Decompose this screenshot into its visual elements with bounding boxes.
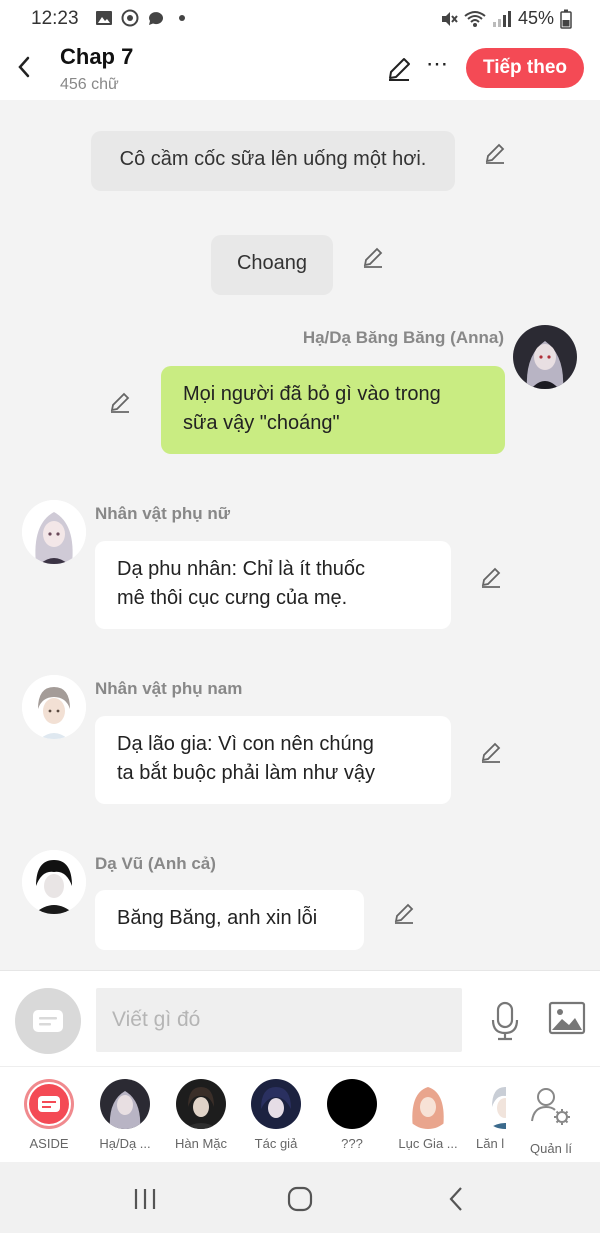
character-aside[interactable]: ASIDE xyxy=(14,1079,84,1151)
gallery-notification-icon xyxy=(96,11,112,25)
chapter-header: Chap 7 456 chữ ⋯ Tiếp theo xyxy=(0,36,600,100)
word-count: 456 chữ xyxy=(60,76,119,93)
character-item[interactable]: ??? xyxy=(317,1079,387,1151)
edit-message-icon[interactable] xyxy=(392,901,416,925)
back-icon[interactable] xyxy=(442,1184,472,1214)
message-bubble[interactable]: Dạ phu nhân: Chỉ là ít thuốc mê thôi cục… xyxy=(95,541,451,629)
battery-level: 45% xyxy=(517,8,554,28)
back-arrow-icon[interactable] xyxy=(12,52,36,82)
status-bar: 12:23 45% xyxy=(0,0,600,36)
recent-apps-icon[interactable] xyxy=(130,1184,160,1214)
avatar xyxy=(480,1079,506,1129)
aside-toggle-button[interactable] xyxy=(15,988,81,1054)
speaker-name: Dạ Vũ (Anh cả) xyxy=(95,854,216,873)
wifi-icon xyxy=(464,10,486,27)
composer-bar xyxy=(0,970,600,1066)
avatar[interactable] xyxy=(22,850,86,914)
home-icon[interactable] xyxy=(285,1184,315,1214)
user-settings-icon xyxy=(531,1088,570,1125)
narration-bubble[interactable]: Cô cầm cốc sữa lên uống một hơi. xyxy=(91,131,455,191)
avatar xyxy=(327,1079,377,1129)
character-item[interactable]: Hạ/Dạ ... xyxy=(90,1079,160,1151)
manage-characters-button[interactable]: Quản lí xyxy=(516,1079,586,1156)
speaker-name: Nhân vật phụ nam xyxy=(95,679,243,698)
more-options-icon[interactable]: ⋯ xyxy=(426,53,448,80)
avatar xyxy=(251,1079,301,1129)
chapter-title: Chap 7 xyxy=(60,44,134,69)
signal-icon xyxy=(492,10,511,27)
speaker-name: Nhân vật phụ nữ xyxy=(95,504,231,523)
avatar xyxy=(100,1079,150,1129)
aside-bubble-icon xyxy=(33,1010,63,1032)
mute-icon xyxy=(441,11,458,26)
status-time: 12:23 xyxy=(31,8,79,29)
edit-message-icon[interactable] xyxy=(479,565,503,589)
compass-notification-icon xyxy=(121,9,139,27)
edit-message-icon[interactable] xyxy=(483,141,507,165)
avatar xyxy=(176,1079,226,1129)
microphone-icon[interactable] xyxy=(488,1001,522,1041)
message-input[interactable] xyxy=(96,988,462,1052)
edit-message-icon[interactable] xyxy=(108,390,132,414)
avatar[interactable] xyxy=(22,675,86,739)
speaker-name: Hạ/Dạ Băng Băng (Anna) xyxy=(302,328,504,347)
avatar xyxy=(403,1079,453,1129)
narration-bubble[interactable]: Choang xyxy=(211,235,333,295)
message-bubble-own[interactable]: Mọi người đã bỏ gì vào trong sữa vậy "ch… xyxy=(161,366,505,454)
character-item[interactable]: Hàn Mặc xyxy=(166,1079,236,1151)
character-selector: ASIDE Hạ/Dạ ... Hàn Mặc Tác giả ??? Lục … xyxy=(0,1066,600,1162)
battery-icon xyxy=(560,9,572,29)
message-bubble[interactable]: Băng Băng, anh xin lỗi xyxy=(95,890,364,950)
edit-pencil-icon[interactable] xyxy=(386,56,412,82)
image-upload-icon[interactable] xyxy=(548,1001,586,1035)
chat-notification-icon xyxy=(149,12,163,25)
avatar[interactable] xyxy=(513,325,577,389)
avatar[interactable] xyxy=(22,500,86,564)
next-chapter-button[interactable]: Tiếp theo xyxy=(466,48,584,88)
system-navigation-bar xyxy=(0,1162,600,1233)
dot-notification-icon xyxy=(179,15,185,21)
chat-area: Cô cầm cốc sữa lên uống một hơi. Choang … xyxy=(0,100,600,970)
character-item[interactable]: Tác giả xyxy=(241,1079,311,1151)
aside-icon xyxy=(24,1079,74,1129)
character-item[interactable]: Lăn l xyxy=(470,1079,506,1151)
message-bubble[interactable]: Dạ lão gia: Vì con nên chúng ta bắt buộc… xyxy=(95,716,451,804)
edit-message-icon[interactable] xyxy=(479,740,503,764)
character-item[interactable]: Lục Gia ... xyxy=(393,1079,463,1151)
edit-message-icon[interactable] xyxy=(361,245,385,269)
